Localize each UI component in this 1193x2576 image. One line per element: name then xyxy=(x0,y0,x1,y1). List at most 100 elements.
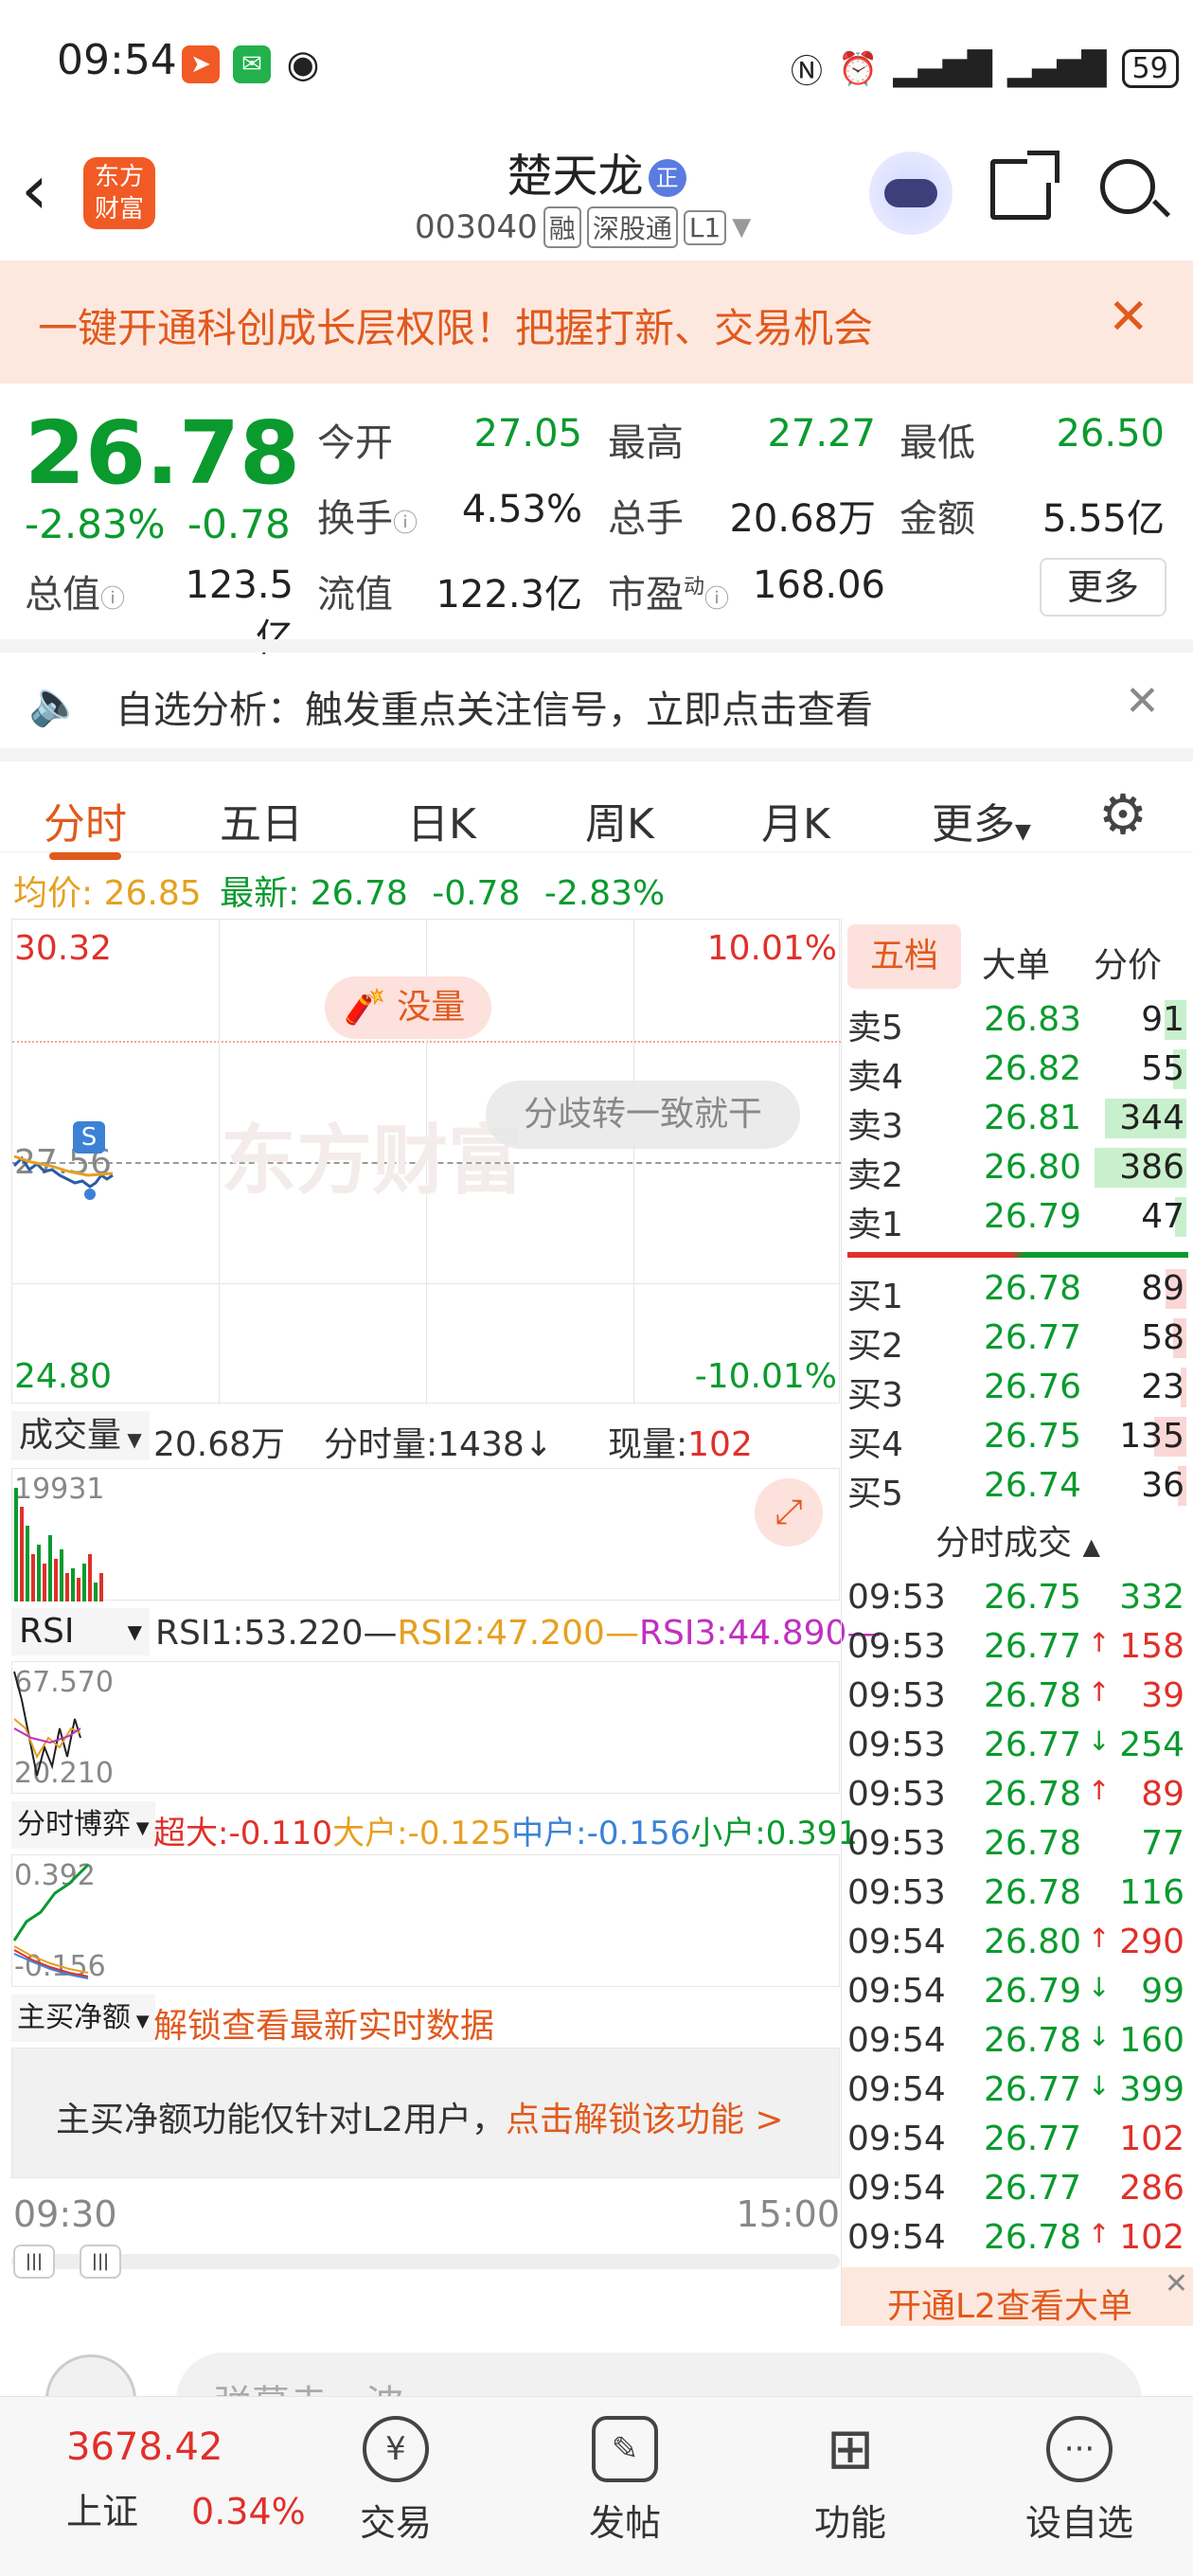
bopo-chart[interactable]: 0.392 -0.156 xyxy=(11,1854,840,1987)
change-pct: -2.83% xyxy=(25,501,166,547)
pe-sup: 动 xyxy=(684,575,705,599)
close-icon[interactable]: ✕ xyxy=(1108,289,1149,346)
trade-price: 26.78 xyxy=(984,2218,1082,2257)
nav-trade[interactable]: ¥ 交易 xyxy=(320,2416,472,2546)
level-volume: 55 xyxy=(1141,1049,1184,1088)
pe-label[interactable]: 市盈动ⓘ xyxy=(608,564,729,618)
float-value: 122.3亿 xyxy=(436,573,582,617)
settings-gear-icon[interactable]: ⚙ xyxy=(1098,782,1148,847)
nav-post[interactable]: ✎ 发帖 xyxy=(549,2416,701,2546)
level-label: 卖1 xyxy=(847,1206,903,1244)
price-chart[interactable]: 东方财富 30.32 10.01% 27.56 24.80 -10.01% 🧨 … xyxy=(11,919,841,1404)
level-label: 买5 xyxy=(847,1475,903,1513)
float-label: 流值 xyxy=(317,573,393,617)
mktcap-label[interactable]: 总值ⓘ xyxy=(25,564,125,618)
level-price: 26.76 xyxy=(984,1368,1082,1406)
tab-five-day[interactable]: 五日 xyxy=(220,790,303,850)
firecracker-icon: 🧨 xyxy=(344,988,386,1027)
trade-arrow: ↑ xyxy=(1088,1627,1111,1658)
trade-row: 09:53 26.77 ↓ 254 xyxy=(842,1720,1193,1769)
promo-banner[interactable]: 一键开通科创成长层权限！把握打新、交易机会 ✕ xyxy=(0,260,1193,384)
eye-icon: ◉ xyxy=(286,43,320,86)
netbuy-header: 主买净额 ▼ 解锁查看最新实时数据 xyxy=(11,1991,840,2046)
scroll-handle-right[interactable]: ||| xyxy=(80,2245,121,2279)
dropdown-icon: ▼ xyxy=(732,213,752,242)
close-icon[interactable]: ✕ xyxy=(1165,2267,1188,2300)
signal-icon: ▂▄▆█ xyxy=(893,49,992,88)
tab-five-level[interactable]: 五档 xyxy=(847,924,961,989)
tab-more[interactable]: 更多▼ xyxy=(932,790,1031,850)
trade-time: 09:53 xyxy=(847,1627,946,1666)
level-volume: 89 xyxy=(1141,1269,1184,1308)
netbuy-unlock-button[interactable]: 点击解锁该功能 > xyxy=(506,2101,784,2139)
scroll-handle-left[interactable]: ||| xyxy=(13,2245,55,2279)
volume-chart[interactable]: 19931 ⤢ xyxy=(11,1468,840,1601)
signal-text: 自选分析：触发重点关注信号，立即点击查看 xyxy=(116,689,873,732)
time-end-label: 15:00 xyxy=(736,2193,840,2235)
stock-name: 楚天龙 xyxy=(507,150,644,203)
time-scrollbar[interactable]: ||| ||| xyxy=(11,2245,840,2279)
trade-time: 09:54 xyxy=(847,1923,946,1961)
trade-row: 09:53 26.78 ↑ 39 xyxy=(842,1671,1193,1720)
tab-big-order[interactable]: 大单 xyxy=(982,938,1050,987)
current-volume: 现量:102 xyxy=(608,1425,753,1464)
trade-volume: 102 xyxy=(1119,2218,1184,2257)
last-change: -0.78 xyxy=(432,874,521,913)
signal-bar[interactable]: 🔈 自选分析：触发重点关注信号，立即点击查看 ✕ xyxy=(0,639,1193,748)
trade-price: 26.77 xyxy=(984,1627,1082,1666)
low-value: 26.50 xyxy=(1056,412,1165,456)
netbuy-notice[interactable]: 主买净额功能仅针对L2用户，点击解锁该功能 > xyxy=(11,2048,840,2178)
level-price: 26.77 xyxy=(984,1318,1082,1357)
tab-month-k[interactable]: 月K xyxy=(761,790,830,850)
search-icon[interactable] xyxy=(1100,159,1171,218)
tab-price-dist[interactable]: 分价 xyxy=(1094,938,1162,987)
netbuy-selector[interactable]: 主买净额 ▼ xyxy=(11,1995,155,2042)
comment-input[interactable]: 弹幕走一波 xyxy=(176,2352,1142,2396)
order-row: 卖4 26.82 55 xyxy=(842,1044,1193,1097)
info-icon: ⓘ xyxy=(393,510,418,538)
index-quote[interactable]: 3678.42 上证 0.34% xyxy=(66,2425,306,2534)
volume-bars xyxy=(14,1488,103,1601)
expand-icon[interactable]: ⤢ xyxy=(755,1478,823,1547)
volume-total: 20.68万 xyxy=(153,1425,286,1464)
order-row: 卖2 26.80 386 xyxy=(842,1142,1193,1195)
tab-intraday[interactable]: 分时 xyxy=(44,790,127,850)
turnover-label[interactable]: 换手ⓘ xyxy=(317,488,418,543)
tab-day-k[interactable]: 日K xyxy=(407,790,476,850)
time-start-label: 09:30 xyxy=(13,2193,117,2235)
robot-assistant-icon[interactable] xyxy=(869,152,953,235)
rsi-selector[interactable]: RSI ▼ xyxy=(11,1608,150,1655)
bopo-values: 超大:-0.110大户:-0.125中户:-0.156小户:0.391 xyxy=(153,1815,859,1852)
order-row: 买2 26.77 58 xyxy=(842,1313,1193,1366)
share-icon[interactable] xyxy=(990,151,1059,220)
trade-row: 09:54 26.77 102 xyxy=(842,2114,1193,2163)
info-icon: ⓘ xyxy=(704,585,730,614)
netbuy-notice-text: 主买净额功能仅针对L2用户，点击解锁该功能 > xyxy=(56,2101,784,2139)
rsi-chart[interactable]: 67.570 20.210 xyxy=(11,1661,840,1794)
netbuy-unlock-link[interactable]: 解锁查看最新实时数据 xyxy=(153,1998,494,2048)
l2-promo[interactable]: 开通L2查看大单 ✕ xyxy=(842,2267,1193,2326)
nav-add-watchlist[interactable]: ··· 设自选 xyxy=(1004,2416,1155,2546)
volume-selector[interactable]: 成交量 ▼ xyxy=(11,1411,150,1460)
bid-ask-ratio-bar xyxy=(847,1252,1188,1258)
keyboard-icon[interactable] xyxy=(45,2354,136,2396)
trade-time: 09:53 xyxy=(847,1578,946,1617)
high-label: 最高 xyxy=(608,421,684,465)
more-button[interactable]: 更多 xyxy=(1040,558,1166,617)
trade-time: 09:53 xyxy=(847,1676,946,1715)
close-icon[interactable]: ✕ xyxy=(1125,677,1160,725)
quote-panel: 26.78 -2.83% -0.78 今开 27.05 最高 27.27 最低 … xyxy=(0,384,1193,660)
bopo-selector[interactable]: 分时博弈 ▼ xyxy=(11,1801,155,1849)
turnover-value: 4.53% xyxy=(461,488,582,531)
nav-functions[interactable]: ⊞ 功能 xyxy=(775,2416,926,2546)
trade-arrow: ↑ xyxy=(1088,2218,1111,2249)
stock-code-row[interactable]: 003040 融 深股通 L1 ▼ xyxy=(415,206,751,248)
no-volume-tag[interactable]: 🧨 没量 xyxy=(325,976,492,1039)
trades-title[interactable]: 分时成交 ▲ xyxy=(842,1515,1193,1565)
trade-row: 09:53 26.78 77 xyxy=(842,1818,1193,1868)
chart-panel[interactable]: 东方财富 30.32 10.01% 27.56 24.80 -10.01% 🧨 … xyxy=(11,919,881,2297)
margin-tag: 融 xyxy=(543,206,581,248)
ask-list: 卖5 26.83 91 卖4 26.82 55 卖3 26.81 344 卖2 26.80 386 卖1… xyxy=(842,994,1193,1244)
trade-arrow: ↓ xyxy=(1088,1972,1111,2003)
tab-week-k[interactable]: 周K xyxy=(585,790,654,850)
